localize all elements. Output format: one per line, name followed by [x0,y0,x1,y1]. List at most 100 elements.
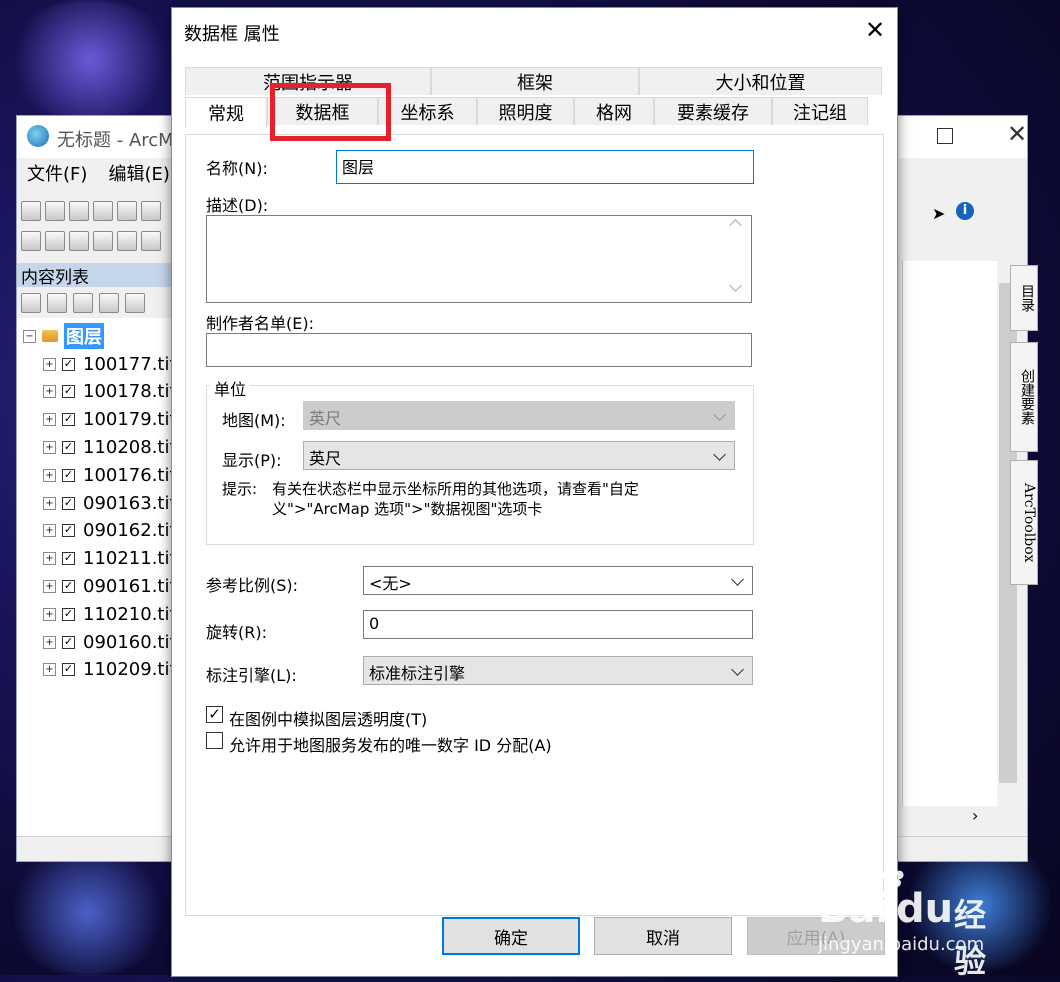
close-icon[interactable]: ✕ [860,16,890,44]
cut-icon[interactable] [117,201,137,221]
tab-data-frame[interactable]: 数据框 [267,97,378,125]
tab-coordinate-system[interactable]: 坐标系 [378,97,477,125]
expand-icon[interactable]: + [43,607,56,621]
layer-row[interactable]: + ✓ 090162.tif [17,517,176,545]
close-icon[interactable]: ✕ [1007,120,1027,148]
expand-icon[interactable]: + [43,552,56,566]
tab-general[interactable]: 常规 [185,97,267,128]
layer-row[interactable]: + ✓ 090160.tif [17,628,176,656]
unique-id-checkbox-label[interactable]: 允许用于地图服务发布的唯一数字 ID 分配(A) [229,732,552,756]
layer-visibility-checkbox[interactable]: ✓ [62,552,75,566]
map-units-value: 英尺 [309,409,342,428]
rotation-input[interactable]: 0 [363,610,753,639]
print-icon[interactable] [93,201,113,221]
name-input[interactable]: 图层 [336,150,754,184]
layer-row[interactable]: + ✓ 090161.tif [17,572,176,600]
scroll-right-icon[interactable]: › [972,806,978,825]
layer-visibility-checkbox[interactable]: ✓ [62,496,75,510]
tab-annotation-groups[interactable]: 注记组 [772,97,868,125]
copy-icon[interactable] [141,201,161,221]
layer-row[interactable]: + ✓ 100176.tif [17,461,176,489]
new-icon[interactable] [21,201,41,221]
layer-row[interactable]: + ✓ 100179.tif [17,406,176,434]
expand-icon[interactable]: + [43,413,56,427]
menu-file[interactable]: 文件(F) [27,164,87,185]
menu-edit[interactable]: 编辑(E) [109,164,170,185]
layer-name: 090160.tif [83,631,176,653]
layer-row[interactable]: + ✓ 110210.tif [17,600,176,628]
expand-icon[interactable]: + [43,663,56,677]
expand-icon[interactable]: + [43,579,56,593]
layer-visibility-checkbox[interactable]: ✓ [62,607,75,621]
open-icon[interactable] [45,201,65,221]
layer-visibility-checkbox[interactable]: ✓ [62,663,75,677]
identify-icon[interactable]: i [956,202,974,220]
layout-icon[interactable] [141,231,161,251]
description-textarea[interactable] [206,215,752,303]
list-by-selection-icon[interactable] [99,293,119,313]
map-view[interactable] [902,261,1003,816]
expand-icon[interactable]: + [43,468,56,482]
expand-icon[interactable]: + [43,496,56,510]
list-by-visibility-icon[interactable] [73,293,93,313]
pan-icon[interactable] [69,231,89,251]
tab-frame[interactable]: 框架 [431,67,639,95]
layer-visibility-checkbox[interactable]: ✓ [62,579,75,593]
zoom-in-icon[interactable] [21,231,41,251]
chevron-down-icon[interactable] [731,573,744,586]
tab-feature-cache[interactable]: 要素缓存 [654,97,772,125]
layer-row[interactable]: + ✓ 110209.tif [17,656,176,684]
expand-icon[interactable]: + [43,357,56,371]
side-tab-catalog[interactable]: 目录 [1010,265,1038,331]
full-extent-icon[interactable] [93,231,113,251]
layer-visibility-checkbox[interactable]: ✓ [62,635,75,649]
chevron-down-icon[interactable] [731,663,744,676]
tab-extent-indicators[interactable]: 范围指示器 [185,67,431,95]
save-icon[interactable] [69,201,89,221]
options-icon[interactable] [125,293,145,313]
credits-label: 制作者名单(E): [206,314,314,333]
layer-visibility-checkbox[interactable]: ✓ [62,385,75,399]
expand-icon[interactable]: + [43,524,56,538]
map-horizontal-scrollbar[interactable]: › [902,806,1019,828]
fixed-zoom-icon[interactable] [117,231,137,251]
reference-scale-select[interactable]: <无> [363,566,753,595]
side-tab-arctoolbox[interactable]: ArcToolbox [1010,460,1038,585]
tab-illumination[interactable]: 照明度 [477,97,574,125]
cancel-button[interactable]: 取消 [594,917,732,955]
side-tab-create-features[interactable]: 创建要素 [1010,342,1038,452]
tab-size-position[interactable]: 大小和位置 [639,67,882,95]
expand-icon[interactable]: + [43,635,56,649]
layer-visibility-checkbox[interactable]: ✓ [62,413,75,427]
ok-button[interactable]: 确定 [442,917,580,955]
collapse-icon[interactable]: − [23,329,36,343]
expand-icon[interactable]: + [43,440,56,454]
expand-icon[interactable]: + [43,385,56,399]
layer-row[interactable]: + ✓ 100177.tif [17,350,176,378]
layer-visibility-checkbox[interactable]: ✓ [62,524,75,538]
zoom-out-icon[interactable] [45,231,65,251]
list-by-source-icon[interactable] [47,293,67,313]
layer-visibility-checkbox[interactable]: ✓ [62,357,75,371]
tab-grids[interactable]: 格网 [574,97,654,125]
layer-row[interactable]: + ✓ 100178.tif [17,378,176,406]
layer-visibility-checkbox[interactable]: ✓ [62,440,75,454]
select-elements-icon[interactable]: ➤ [932,204,945,223]
list-by-drawing-order-icon[interactable] [21,293,41,313]
layer-row[interactable]: + ✓ 090163.tif [17,489,176,517]
credits-input[interactable] [206,333,752,367]
tree-root[interactable]: − 图层 [17,322,104,350]
transparency-checkbox-label[interactable]: 在图例中模拟图层透明度(T) [229,706,427,730]
layer-row[interactable]: + ✓ 110208.tif [17,433,176,461]
transparency-checkbox[interactable]: ✓ [206,706,223,723]
layer-name: 110209.tif [83,659,176,681]
toc-tree: − 图层 + ✓ 100177.tif + ✓ 100178.tif + ✓ 100179.ti… [17,318,177,858]
maximize-icon[interactable] [937,128,953,144]
layer-row[interactable]: + ✓ 110211.tif [17,545,176,573]
unique-id-checkbox[interactable] [206,732,223,749]
label-engine-select[interactable]: 标准标注引擎 [363,656,753,685]
layer-visibility-checkbox[interactable]: ✓ [62,468,75,482]
chevron-down-icon[interactable] [713,448,726,461]
arcmap-title: 无标题 - ArcM [57,130,174,151]
display-units-select[interactable]: 英尺 [303,441,735,470]
